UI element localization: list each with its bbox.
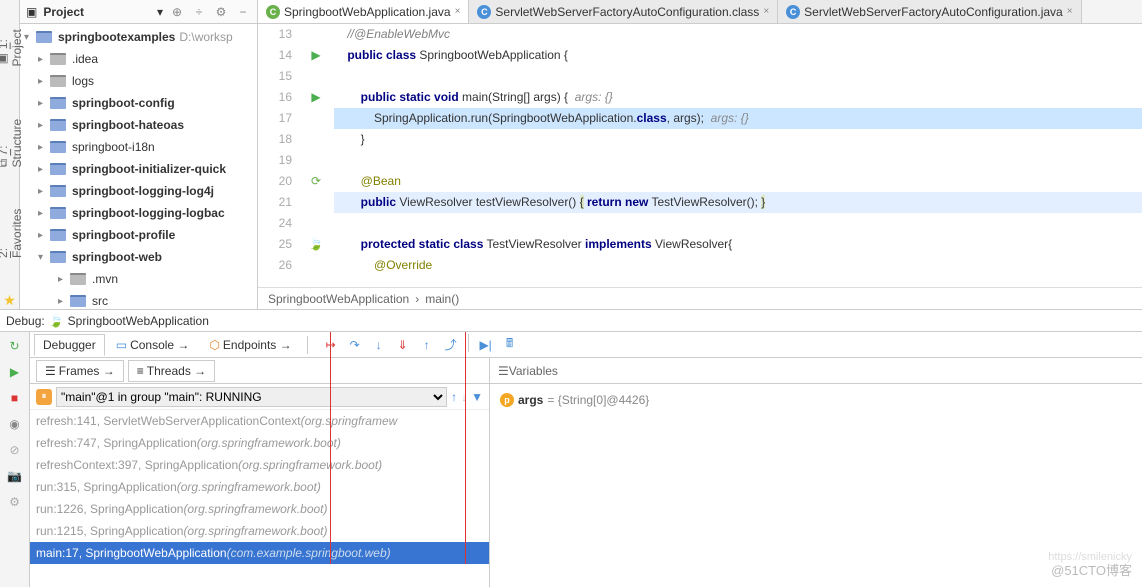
tree-item[interactable]: ▸src (20, 290, 257, 309)
variables-panel: ☰ Variables p args = {String[0]@4426} (490, 358, 1142, 587)
tree-item[interactable]: ▸springboot-logging-logbac (20, 202, 257, 224)
tab-favorites[interactable]: 2: Favorites (0, 201, 26, 262)
gutter-icons: ▶▶⟳🍃 (298, 24, 334, 287)
code-body[interactable]: //@EnableWebMvc public class SpringbootW… (334, 24, 1142, 287)
gear-icon[interactable]: ⚙ (213, 4, 229, 20)
tree-item[interactable]: ▸.idea (20, 48, 257, 70)
stack-frame[interactable]: run:1226, SpringApplication (org.springf… (30, 498, 489, 520)
drop-frame-button[interactable]: ⤴ (440, 334, 462, 356)
project-header: ▣ Project ▾ ⊕ ÷ ⚙ − (20, 0, 257, 24)
side-tab-bar: ▣ 1: Project ⧉ 7: Structure 2: Favorites… (0, 0, 20, 309)
evaluate-button[interactable]: 🖩 (499, 334, 521, 356)
stack-frame[interactable]: refreshContext:397, SpringApplication (o… (30, 454, 489, 476)
thread-selector-row: ⏸ "main"@1 in group "main": RUNNING ↑ ↓ … (30, 384, 489, 410)
debug-config-name: SpringbootWebApplication (68, 314, 209, 328)
frame-list: refresh:141, ServletWebServerApplication… (30, 410, 489, 587)
project-tree: ▾springbootexamplesD:\worksp▸.idea▸logs▸… (20, 24, 257, 309)
filter-button[interactable]: ▼ (471, 390, 483, 404)
project-panel: ▣ Project ▾ ⊕ ÷ ⚙ − ▾springbootexamplesD… (20, 0, 258, 309)
step-out-button[interactable]: ↑ (416, 334, 438, 356)
select-opened-icon[interactable]: ⊕ (169, 4, 185, 20)
stack-frame[interactable]: main:17, SpringbootWebApplication (com.e… (30, 542, 489, 564)
tab-debugger[interactable]: Debugger (34, 334, 105, 356)
step-into-button[interactable]: ↓ (368, 334, 390, 356)
resume-button[interactable]: ▶ (5, 362, 25, 382)
project-title: Project (43, 5, 151, 19)
editor-area: CSpringbootWebApplication.java×CServletW… (258, 0, 1142, 309)
stop-button[interactable]: ■ (5, 388, 25, 408)
hide-icon[interactable]: − (235, 4, 251, 20)
project-icon: ▣ (26, 5, 37, 19)
editor-tabs: CSpringbootWebApplication.java×CServletW… (258, 0, 1142, 24)
tree-item[interactable]: ▸logs (20, 70, 257, 92)
mute-breakpoints-button[interactable]: ⊘ (5, 440, 25, 460)
force-step-into-button[interactable]: ⇓ (392, 334, 414, 356)
debug-label: Debug: (6, 314, 45, 328)
variables-body: p args = {String[0]@4426} (490, 384, 1142, 587)
editor-tab[interactable]: CServletWebServerFactoryAutoConfiguratio… (778, 0, 1081, 23)
debug-toolbar: ↻ ▶ ■ ◉ ⊘ 📷 ⚙ (0, 332, 30, 587)
tree-item[interactable]: ▸springboot-config (20, 92, 257, 114)
dropdown-icon[interactable]: ▾ (157, 5, 163, 19)
debug-panel: Debug: 🍃 SpringbootWebApplication ↻ ▶ ■ … (0, 310, 1142, 587)
stack-frame[interactable]: run:1215, SpringApplication (org.springf… (30, 520, 489, 542)
variables-header: ☰ Variables (490, 358, 1142, 384)
stack-frame[interactable]: run:315, SpringApplication (org.springfr… (30, 476, 489, 498)
star-icon: ★ (3, 292, 16, 309)
frames-header: ☰Frames → ≡Threads → (30, 358, 489, 384)
tab-console[interactable]: ▭Console → (107, 334, 199, 356)
tree-item[interactable]: ▸springboot-initializer-quick (20, 158, 257, 180)
run-to-cursor-button[interactable]: ▶| (475, 334, 497, 356)
tree-item[interactable]: ▸springboot-i18n (20, 136, 257, 158)
debug-config-icon: 🍃 (49, 314, 64, 328)
tab-project[interactable]: ▣ 1: Project (0, 5, 26, 71)
settings-button[interactable]: ⚙ (5, 492, 25, 512)
annotation-line (465, 332, 466, 564)
tab-endpoints[interactable]: ⬡Endpoints → (200, 334, 300, 356)
editor-tab[interactable]: CServletWebServerFactoryAutoConfiguratio… (469, 0, 778, 23)
thread-select[interactable]: "main"@1 in group "main": RUNNING (56, 387, 447, 407)
tree-item[interactable]: ▸springboot-logging-log4j (20, 180, 257, 202)
step-over-button[interactable]: ↷ (344, 334, 366, 356)
chevron-right-icon: › (415, 292, 419, 306)
debug-header: Debug: 🍃 SpringbootWebApplication (0, 310, 1142, 332)
breadcrumb-method[interactable]: main() (425, 292, 459, 306)
frames-tab[interactable]: ☰Frames → (36, 360, 124, 382)
thread-dump-button[interactable]: 📷 (5, 466, 25, 486)
editor-tab[interactable]: CSpringbootWebApplication.java× (258, 0, 469, 23)
thread-badge-icon: ⏸ (36, 389, 52, 405)
rerun-button[interactable]: ↻ (5, 336, 25, 356)
breadcrumb-class[interactable]: SpringbootWebApplication (268, 292, 409, 306)
tree-item[interactable]: ▾springboot-web (20, 246, 257, 268)
frames-panel: ☰Frames → ≡Threads → ⏸ "main"@1 in group… (30, 358, 490, 587)
tree-item[interactable]: ▾springbootexamplesD:\worksp (20, 26, 257, 48)
debug-tabs: Debugger ▭Console → ⬡Endpoints → ↦ ↷ ↓ ⇓… (30, 332, 1142, 358)
code-area: 131415161718192021242526 ▶▶⟳🍃 //@EnableW… (258, 24, 1142, 287)
collapse-icon[interactable]: ÷ (191, 4, 207, 20)
line-gutter: 131415161718192021242526 (258, 24, 298, 287)
stack-frame[interactable]: refresh:747, SpringApplication (org.spri… (30, 432, 489, 454)
annotation-line (330, 332, 331, 564)
tree-item[interactable]: ▸.mvn (20, 268, 257, 290)
view-breakpoints-button[interactable]: ◉ (5, 414, 25, 434)
tree-item[interactable]: ▸springboot-profile (20, 224, 257, 246)
tab-structure[interactable]: ⧉ 7: Structure (0, 101, 26, 172)
breadcrumb: SpringbootWebApplication › main() (258, 287, 1142, 309)
prev-frame-button[interactable]: ↑ (451, 390, 457, 404)
threads-tab[interactable]: ≡Threads → (128, 360, 215, 382)
tree-item[interactable]: ▸springboot-hateoas (20, 114, 257, 136)
variable-row[interactable]: p args = {String[0]@4426} (500, 390, 1132, 410)
stack-frame[interactable]: refresh:141, ServletWebServerApplication… (30, 410, 489, 432)
